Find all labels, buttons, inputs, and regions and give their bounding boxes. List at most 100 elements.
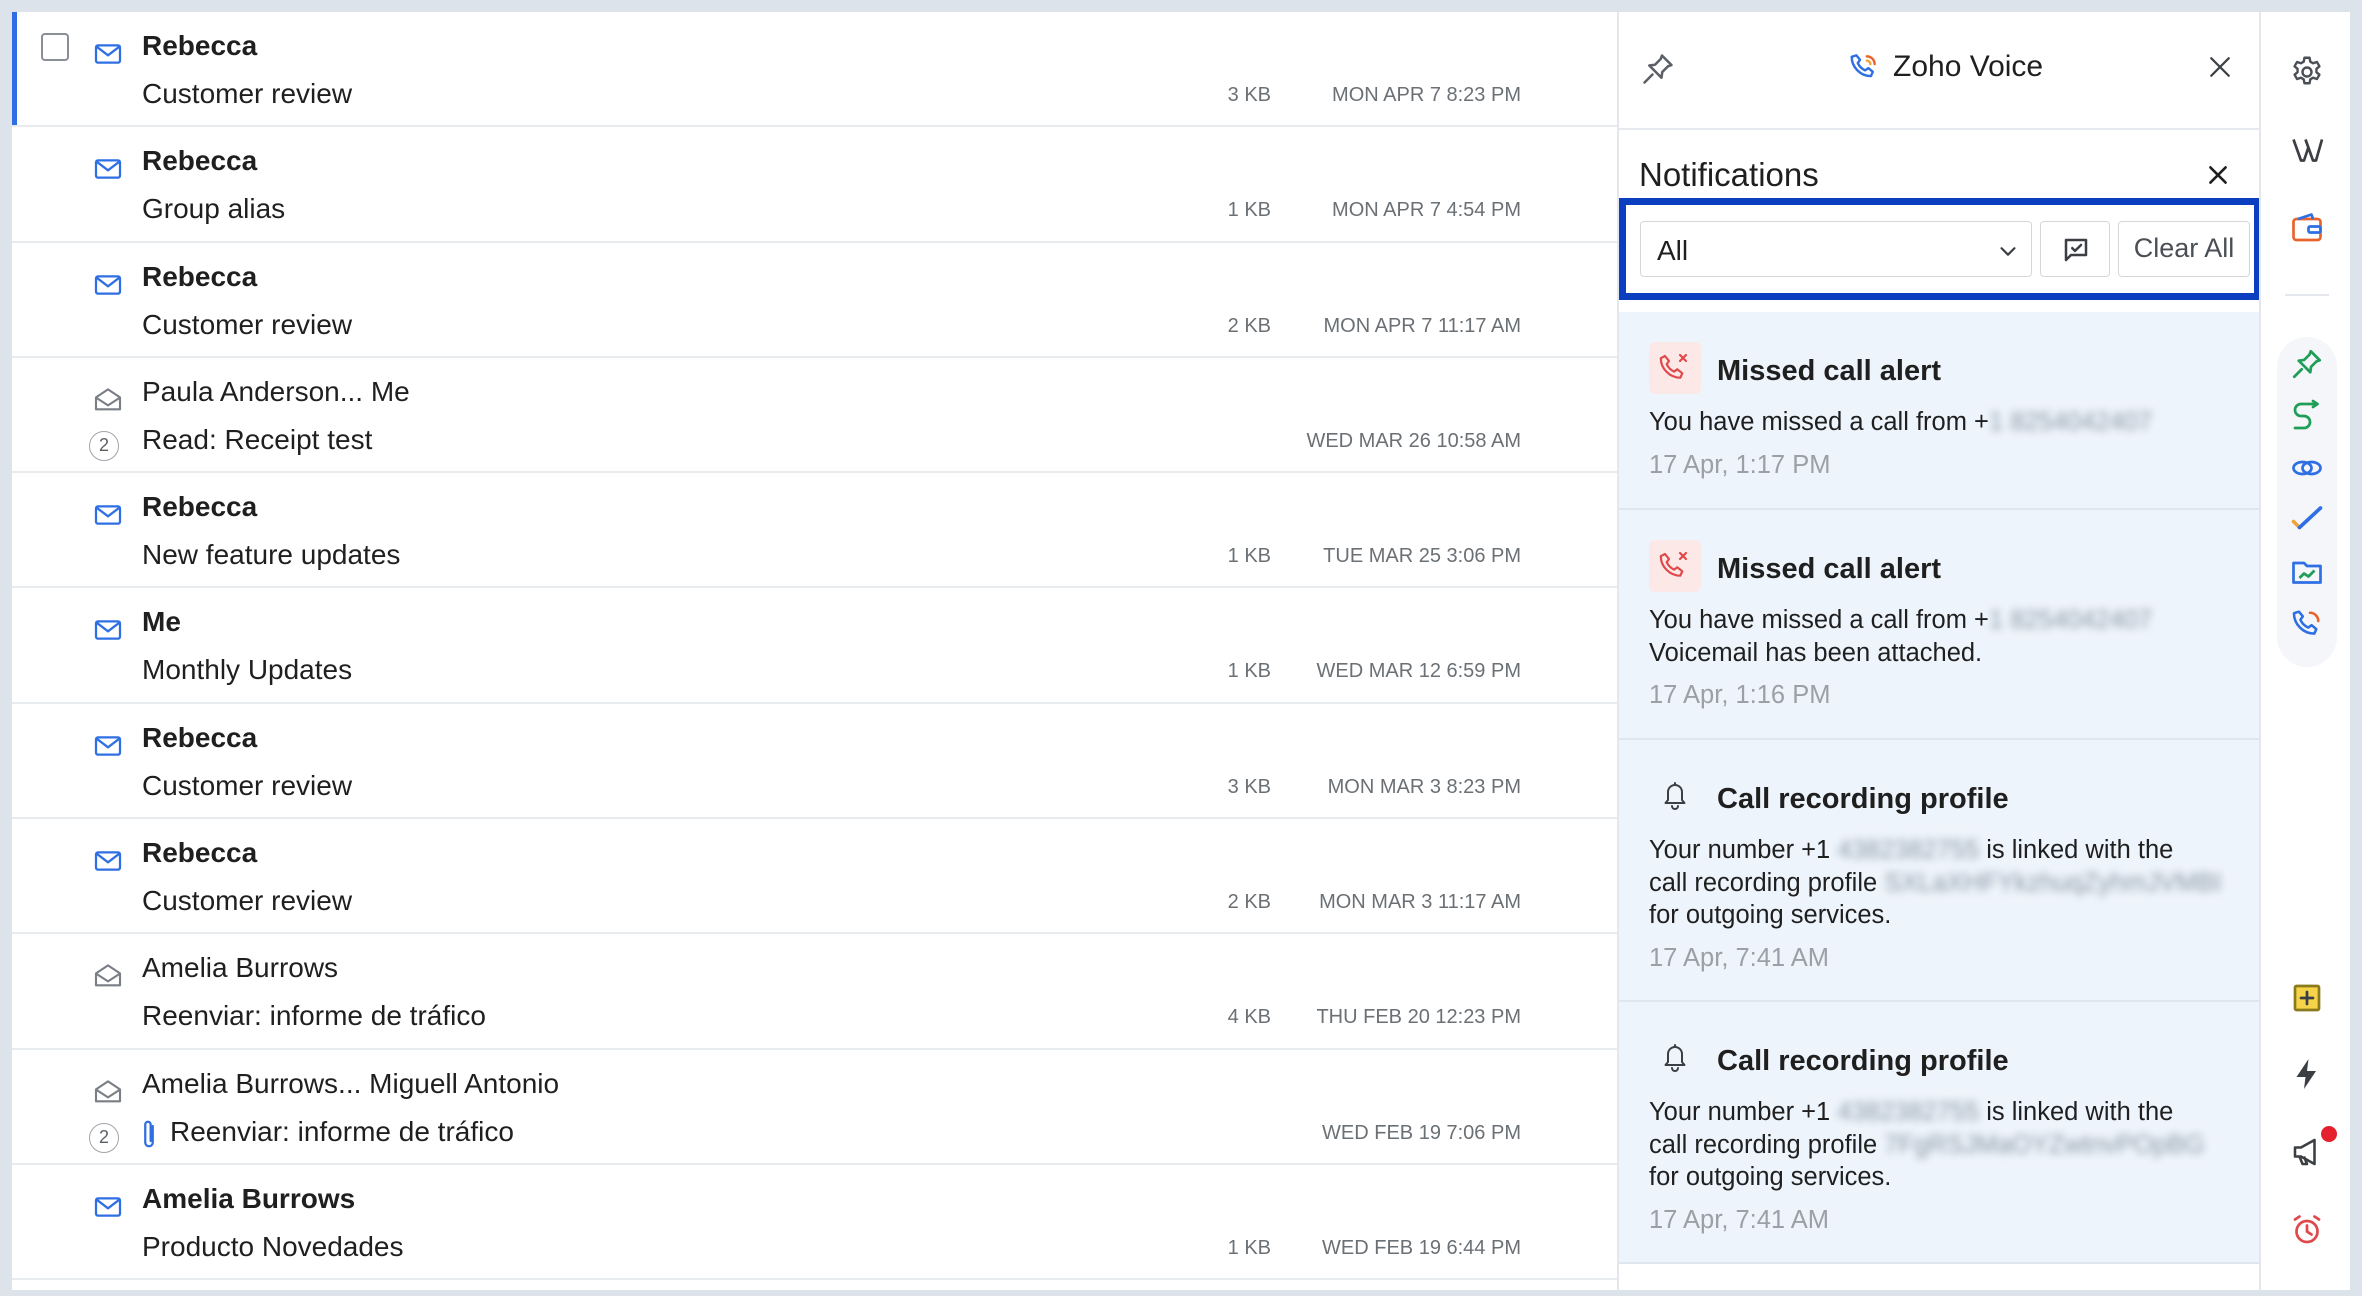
mail-subject: Reenviar: informe de tráfico	[142, 1000, 486, 1032]
mail-size: 1 KB	[1227, 545, 1271, 568]
close-notifications-icon[interactable]	[2205, 162, 2231, 188]
mail-subject: Customer review	[142, 78, 353, 109]
mail-subject: Customer review	[142, 885, 353, 917]
zoho-vault-icon[interactable]	[2289, 132, 2325, 168]
voice-panel-title: Zoho Voice	[1847, 50, 2043, 84]
mail-row[interactable]: Amelia Burrows... Miguell Antonio 2 Reenvi…	[12, 1050, 1617, 1165]
mail-subject: Group alias	[142, 193, 286, 225]
mail-size: 3 KB	[1227, 84, 1271, 106]
unread-mail-icon[interactable]	[92, 845, 124, 877]
mail-date: WED MAR 26 10:58 AM	[1306, 429, 1521, 452]
mail-sender: Rebecca	[142, 491, 258, 523]
mail-subject: New feature updates	[142, 539, 401, 571]
route-icon[interactable]	[2289, 398, 2325, 434]
mail-size: 1 KB	[1227, 1236, 1271, 1259]
notification-text: is linked with the	[1979, 836, 2174, 864]
lightning-icon[interactable]	[2289, 1056, 2325, 1092]
mark-all-read-button[interactable]	[2040, 221, 2110, 277]
notification-line: call recording profile 7FgRSJMaOYZwtnvPO…	[1649, 1129, 2239, 1162]
row-checkbox[interactable]	[41, 33, 69, 61]
notification-item[interactable]: Call recording profile Your number +1 438…	[1619, 1002, 2259, 1264]
notification-filter-select[interactable]: All	[1640, 221, 2032, 277]
alarm-clock-icon[interactable]	[2289, 1212, 2325, 1248]
unread-mail-icon[interactable]	[92, 499, 124, 531]
mail-row[interactable]: Rebecca Customer review 2 KB MON MAR 3 11:1…	[12, 819, 1617, 935]
mail-sender: Rebecca	[142, 260, 258, 292]
mail-sender: Paula Anderson... Me	[142, 375, 410, 407]
mail-row[interactable]: Amelia Burrows Producto Novedades 1 KB WED …	[12, 1165, 1617, 1281]
notification-text: for outgoing services.	[1649, 1163, 1892, 1191]
unread-mail-icon[interactable]	[92, 730, 124, 762]
mail-date: TUE MAR 25 3:06 PM	[1323, 545, 1521, 568]
bell-icon	[1649, 770, 1701, 822]
zoho-voice-icon	[1850, 54, 1876, 78]
unread-mail-icon[interactable]	[92, 269, 124, 301]
mail-row[interactable]: Amelia Burrows Reenviar: informe de tráfi…	[12, 934, 1617, 1050]
notification-text: Voicemail has been attached.	[1649, 638, 1983, 667]
read-mail-icon[interactable]	[92, 960, 124, 992]
notification-line: for outgoing services.	[1649, 1161, 2239, 1194]
pin-extension-icon[interactable]	[2289, 346, 2325, 382]
notification-text: call recording profile	[1649, 868, 1885, 897]
analytics-folder-icon[interactable]	[2289, 554, 2325, 590]
settings-icon[interactable]	[2289, 54, 2325, 90]
close-voice-panel-icon[interactable]	[2205, 52, 2235, 82]
mail-sender: Rebecca	[142, 721, 258, 753]
mail-row[interactable]: Rebecca Customer review 3 KB MON APR 7 8:23…	[12, 12, 1617, 128]
mail-sender: Rebecca	[142, 145, 258, 177]
mail-row[interactable]: Me Monthly Updates 1 KB WED MAR 12 6:59 PM	[12, 588, 1617, 704]
read-mail-icon[interactable]	[92, 384, 124, 416]
voice-call-icon[interactable]	[2289, 606, 2325, 642]
pin-icon[interactable]	[1639, 50, 1677, 88]
notification-filter-bar: All Clear All	[1619, 198, 2259, 300]
voice-panel-title-text: Zoho Voice	[1893, 50, 2044, 83]
mail-size: 1 KB	[1227, 660, 1271, 683]
mail-sender: Amelia Burrows	[142, 952, 339, 984]
mail-date: WED MAR 12 6:59 PM	[1316, 660, 1521, 683]
link-icon[interactable]	[2289, 450, 2325, 486]
notification-item[interactable]: Call recording profile Your number +1 438…	[1619, 740, 2259, 1002]
notification-line: Voicemail has been attached.	[1649, 637, 2239, 670]
notification-time: 17 Apr, 7:41 AM	[1649, 943, 1830, 972]
unread-mail-icon[interactable]	[92, 614, 124, 646]
unread-mail-icon[interactable]	[92, 153, 124, 185]
tasks-icon[interactable]	[2289, 502, 2325, 538]
clear-all-button[interactable]: Clear All	[2118, 221, 2250, 277]
add-note-icon[interactable]	[2289, 980, 2325, 1016]
unread-mail-icon[interactable]	[92, 38, 124, 70]
mail-subject: Customer review	[142, 308, 353, 340]
missed-call-icon	[1649, 342, 1701, 394]
mail-date: THU FEB 20 12:23 PM	[1316, 1006, 1521, 1029]
notification-text: Your number +1	[1649, 836, 1838, 864]
mail-row[interactable]: Rebecca Customer review 2 KB MON APR 7 11:1…	[12, 243, 1617, 358]
right-app-rail	[2259, 12, 2350, 1290]
read-mail-icon[interactable]	[92, 1076, 124, 1108]
mail-size: 2 KB	[1227, 314, 1271, 337]
voice-panel-header: Zoho Voice	[1619, 12, 2259, 130]
filter-selected-value: All	[1657, 235, 1689, 266]
notification-item[interactable]: Missed call alert You have missed a call …	[1619, 312, 2259, 510]
notification-text: Your number +1	[1649, 1098, 1838, 1126]
mail-row[interactable]: Rebecca Customer review 3 KB MON MAR 3 8:23…	[12, 704, 1617, 820]
redacted-value: 1 8254042407	[1988, 408, 2153, 436]
notification-item[interactable]: Missed call alert You have missed a call …	[1619, 510, 2259, 740]
mail-date: MON APR 7 4:54 PM	[1332, 199, 1521, 222]
zoho-voice-panel: Zoho Voice Notifications All Clear All M…	[1617, 12, 2259, 1290]
thread-count-badge: 2	[89, 1122, 119, 1153]
notification-text: for outgoing services.	[1649, 901, 1892, 929]
mark-read-icon	[2064, 238, 2088, 262]
notification-time: 17 Apr, 1:16 PM	[1649, 681, 1831, 709]
announcement-icon[interactable]	[2289, 1134, 2325, 1170]
mail-subject: Reenviar: informe de tráfico	[170, 1115, 514, 1147]
mail-row[interactable]: Paula Anderson... Me 2 Read: Receipt test W…	[12, 358, 1617, 474]
mail-list: Rebecca Customer review 3 KB MON APR 7 8:23…	[12, 12, 1617, 1290]
mail-size: 1 KB	[1227, 199, 1271, 222]
mail-subject: Monthly Updates	[142, 654, 353, 686]
mail-date: MON APR 7 8:23 PM	[1332, 84, 1521, 106]
unread-mail-icon[interactable]	[92, 1191, 124, 1223]
mail-row[interactable]: Rebecca New feature updates 1 KB TUE MAR 25…	[12, 473, 1617, 589]
wallet-icon[interactable]	[2289, 210, 2325, 246]
notification-dot	[2321, 1126, 2337, 1142]
mail-row[interactable]: Rebecca Group alias 1 KB MON APR 7 4:54 PM	[12, 127, 1617, 243]
mail-sender: Me	[142, 606, 181, 638]
